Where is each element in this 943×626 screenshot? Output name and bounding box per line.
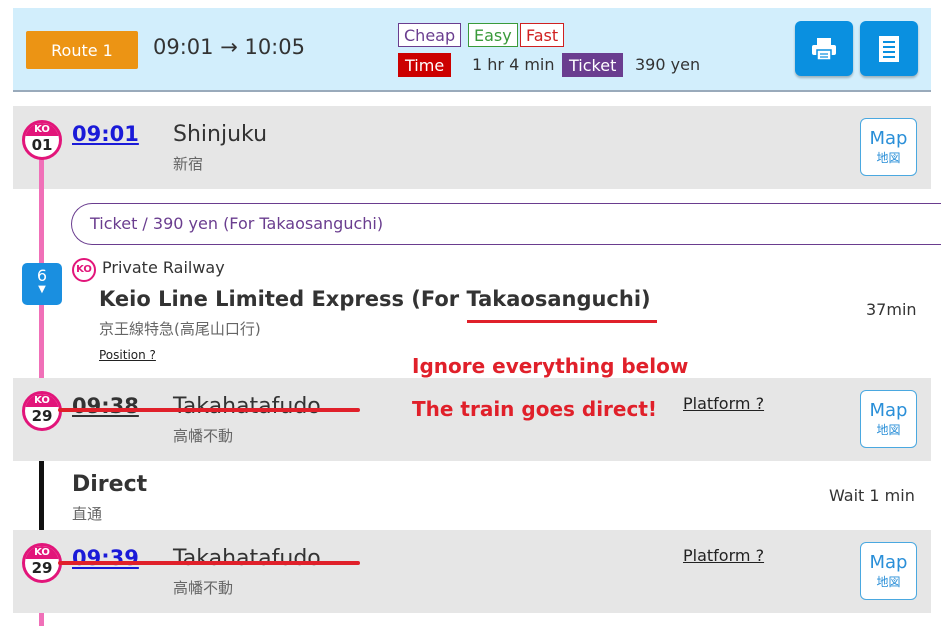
transfer-type-jp: 直通: [72, 505, 103, 523]
departure-time[interactable]: 09:39: [72, 546, 139, 570]
chevron-down-icon: ▼: [38, 284, 46, 295]
station-code-badge: KO 01: [22, 120, 62, 160]
total-fare: 390 yen: [635, 55, 701, 74]
station-row-takahatafudo-departure: 09:39 Takahatafudo 高幡不動 Platform ? Map 地…: [13, 530, 931, 613]
annotation-text: Ignore everything below: [412, 354, 689, 378]
ticket-badge: Ticket: [562, 53, 624, 77]
train-name: Keio Line Limited Express (For Takaosang…: [99, 287, 651, 311]
ticket-text: Ticket / 390 yen (For Takaosanguchi): [90, 214, 384, 233]
map-button[interactable]: Map 地図: [860, 390, 917, 448]
tag-easy: Easy: [468, 23, 518, 47]
departure-time[interactable]: 09:01: [72, 122, 139, 146]
annotation-strikethrough: [58, 561, 360, 565]
station-name-jp: 高幡不動: [173, 579, 234, 597]
station-name: Takahatafudo: [173, 394, 321, 419]
station-name-jp: 新宿: [173, 155, 204, 173]
segment-duration: 37min: [866, 300, 917, 319]
platform-link[interactable]: Platform ?: [683, 394, 764, 413]
document-button[interactable]: [860, 21, 918, 76]
route-label[interactable]: Route 1: [26, 31, 138, 69]
printer-icon: [812, 37, 836, 61]
map-label: Map: [869, 128, 908, 149]
train-name-jp: 京王線特急(高尾山口行): [99, 320, 261, 338]
transfer-type: Direct: [72, 472, 148, 497]
station-name: Takahatafudo: [173, 546, 321, 571]
time-badge: Time: [398, 53, 452, 77]
station-code-badge: KO 29: [22, 391, 62, 431]
station-name-jp: 高幡不動: [173, 427, 234, 445]
document-icon: [879, 35, 899, 62]
annotation-underline: [467, 320, 657, 323]
arrival-time[interactable]: 09:38: [72, 394, 139, 418]
operator-logo: KO: [72, 258, 96, 282]
total-duration: 1 hr 4 min: [472, 55, 555, 74]
station-row-shinjuku: 09:01 Shinjuku 新宿 Map 地図: [13, 106, 931, 189]
annotation-text: The train goes direct!: [412, 397, 658, 421]
position-link[interactable]: Position ?: [99, 348, 156, 362]
tag-fast: Fast: [520, 23, 565, 47]
map-button[interactable]: Map 地図: [860, 118, 917, 176]
map-label-jp: 地図: [876, 151, 901, 165]
route-header: Route 1 09:01 → 10:05 Cheap Easy Fast Ti…: [13, 8, 931, 92]
stop-count: 6: [36, 266, 48, 285]
station-name: Shinjuku: [173, 122, 268, 147]
print-button[interactable]: [795, 21, 853, 76]
railway-type: Private Railway: [102, 258, 225, 277]
map-label: Map: [869, 552, 908, 573]
annotation-strikethrough: [58, 408, 360, 412]
station-code-badge: KO 29: [22, 543, 62, 583]
stop-count-toggle[interactable]: 6 ▼: [22, 263, 62, 305]
map-label: Map: [869, 400, 908, 421]
map-label-jp: 地図: [876, 575, 901, 589]
route-time-range: 09:01 → 10:05: [153, 35, 305, 59]
ticket-info: Ticket / 390 yen (For Takaosanguchi): [71, 203, 941, 245]
wait-time: Wait 1 min: [829, 486, 915, 505]
map-button[interactable]: Map 地図: [860, 542, 917, 600]
platform-link[interactable]: Platform ?: [683, 546, 764, 565]
map-label-jp: 地図: [876, 423, 901, 437]
tag-cheap: Cheap: [398, 23, 462, 47]
